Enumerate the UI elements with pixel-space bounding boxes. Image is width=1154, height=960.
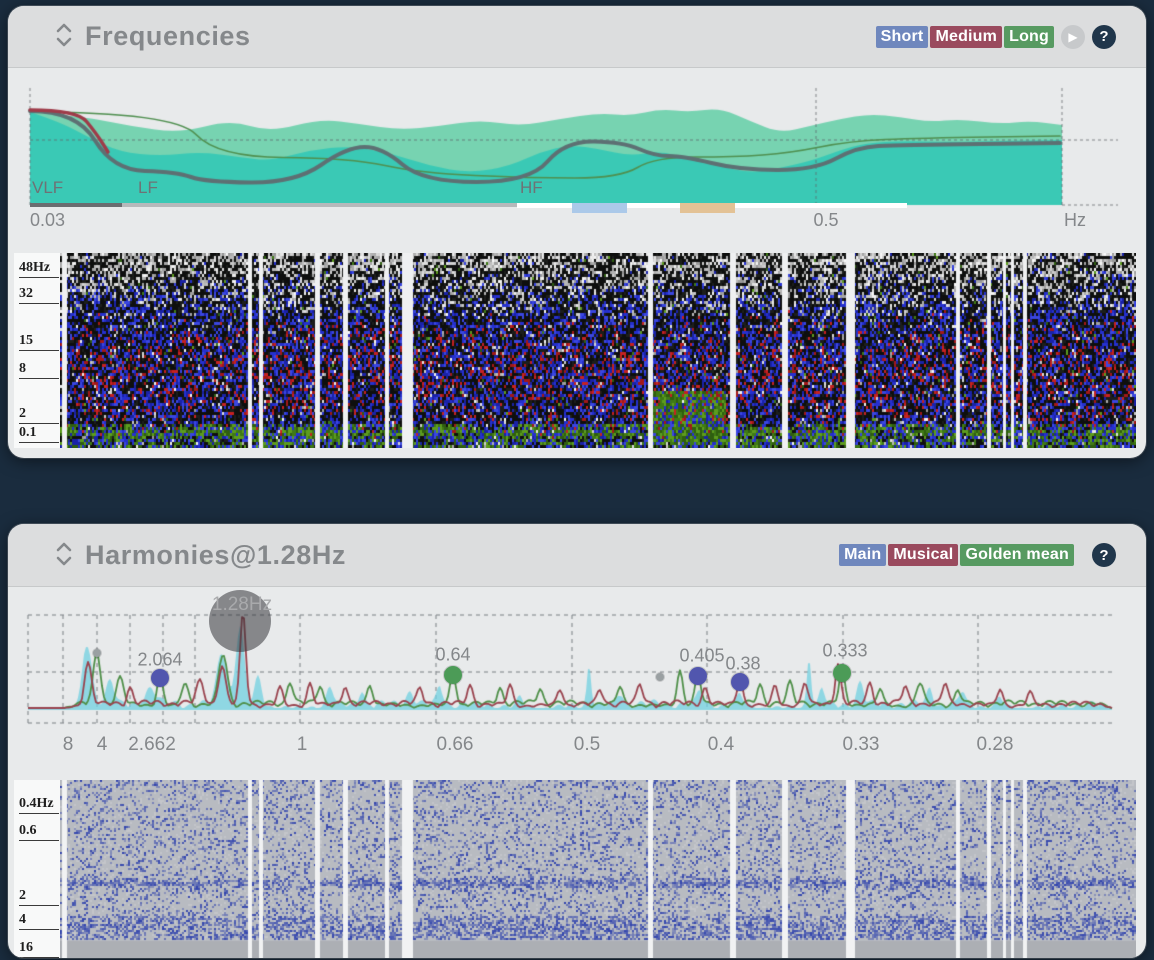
harmonies-title-group: Harmonies@1.28Hz bbox=[56, 540, 346, 571]
x-tick-label: 0.33 bbox=[843, 734, 880, 756]
spectro-axis-label-48Hz: 48Hz bbox=[19, 260, 59, 278]
minor-peak-dot[interactable] bbox=[656, 673, 664, 681]
harmonies-chart: 8 4 2.662 1 0.66 0.5 0.4 0.33 0.28 2.064 0.64 0.405… bbox=[8, 588, 1146, 774]
play-button[interactable]: ▶ bbox=[1061, 25, 1085, 49]
x-tick-label: 4 bbox=[97, 734, 108, 756]
peak-label-0.38: 0.38 bbox=[725, 654, 760, 675]
peak-marker-0.405[interactable] bbox=[689, 667, 707, 685]
x-tick-label: 2.662 bbox=[128, 734, 176, 756]
range-chip-tan[interactable] bbox=[680, 203, 735, 213]
peak-marker-2.064[interactable] bbox=[151, 669, 169, 687]
spectro-axis-label-2: 2 bbox=[19, 888, 59, 906]
collapse-toggle-button[interactable] bbox=[56, 541, 72, 570]
harmonies-chart-overlays: 8 4 2.662 1 0.66 0.5 0.4 0.33 0.28 2.064 0.64 0.405… bbox=[8, 588, 1146, 774]
peak-marker-0.333[interactable] bbox=[833, 664, 851, 682]
selected-peak-label: 1.28Hz bbox=[212, 594, 272, 616]
spectrogram-frequency-axis: 48Hz 32 15 8 20.1 bbox=[14, 253, 60, 448]
up-down-chevron-icon bbox=[56, 22, 72, 51]
frequencies-chart-overlays: VLF LF HF 0.03 0.5 Hz bbox=[8, 68, 1146, 253]
x-tick-label: Hz bbox=[1064, 210, 1086, 231]
spectro-axis-label-16: 16 bbox=[19, 940, 59, 958]
time-range-bar-gray[interactable] bbox=[122, 203, 517, 207]
x-tick-label: 8 bbox=[63, 734, 74, 756]
help-button[interactable]: ? bbox=[1092, 543, 1116, 567]
spectro-axis-label-2: 2 bbox=[19, 406, 59, 424]
frequencies-title-group: Frequencies bbox=[56, 21, 251, 52]
minor-peak-dot[interactable] bbox=[93, 649, 101, 657]
spectro-axis-label-0.1: 0.1 bbox=[19, 425, 59, 443]
panel-title: Frequencies bbox=[85, 21, 251, 52]
collapse-toggle-button[interactable] bbox=[56, 22, 72, 51]
band-label-lf: LF bbox=[138, 178, 158, 198]
harmonies-spectrogram bbox=[60, 780, 1136, 958]
band-label-vlf: VLF bbox=[32, 178, 63, 198]
harmonies-header: Harmonies@1.28Hz Main Musical Golden mea… bbox=[8, 524, 1146, 587]
spectro-axis-label-32: 32 bbox=[19, 286, 59, 304]
spectrogram-frequency-axis: 0.4Hz 0.6 2 4 16 bbox=[14, 780, 60, 958]
band-label-hf: HF bbox=[520, 178, 543, 198]
hrv-analysis-app: Frequencies Short Medium Long ▶ ? VLF LF H… bbox=[0, 0, 1154, 960]
legend-chip-golden-mean[interactable]: Golden mean bbox=[960, 544, 1074, 566]
up-down-chevron-icon bbox=[56, 541, 72, 570]
play-icon: ▶ bbox=[1068, 30, 1077, 44]
frequencies-header: Frequencies Short Medium Long ▶ ? bbox=[8, 6, 1146, 68]
x-tick-label: 0.66 bbox=[437, 734, 474, 756]
frequencies-chart: VLF LF HF 0.03 0.5 Hz bbox=[8, 68, 1146, 253]
peak-label-0.405: 0.405 bbox=[679, 646, 724, 667]
harmonies-panel: Harmonies@1.28Hz Main Musical Golden mea… bbox=[8, 524, 1146, 958]
x-tick-label: 0.5 bbox=[813, 210, 838, 231]
peak-marker-0.38[interactable] bbox=[731, 673, 749, 691]
range-chip-blue[interactable] bbox=[572, 203, 627, 213]
legend-chip-musical[interactable]: Musical bbox=[888, 544, 958, 566]
x-tick-label: 0.4 bbox=[708, 734, 734, 756]
frequencies-panel: Frequencies Short Medium Long ▶ ? VLF LF H… bbox=[8, 6, 1146, 458]
frequencies-legend: Short Medium Long ▶ ? bbox=[874, 25, 1116, 49]
peak-label-0.64: 0.64 bbox=[435, 645, 470, 666]
spectro-axis-label-0.6: 0.6 bbox=[19, 823, 59, 841]
panel-title: Harmonies@1.28Hz bbox=[85, 540, 346, 571]
legend-chip-long[interactable]: Long bbox=[1004, 26, 1054, 48]
peak-label-2.064: 2.064 bbox=[137, 650, 182, 671]
legend-chip-medium[interactable]: Medium bbox=[930, 26, 1002, 48]
legend-chip-main[interactable]: Main bbox=[839, 544, 886, 566]
x-tick-label: 1 bbox=[297, 734, 308, 756]
help-button[interactable]: ? bbox=[1092, 25, 1116, 49]
legend-chip-short[interactable]: Short bbox=[876, 26, 929, 48]
x-tick-label: 0.5 bbox=[574, 734, 600, 756]
harmonies-legend: Main Musical Golden mean ? bbox=[837, 543, 1116, 567]
spectro-axis-label-8: 8 bbox=[19, 361, 59, 379]
spectro-axis-label-0.4Hz: 0.4Hz bbox=[19, 796, 59, 814]
peak-marker-0.64[interactable] bbox=[444, 666, 462, 684]
spectro-axis-label-4: 4 bbox=[19, 912, 59, 930]
frequencies-spectrogram bbox=[60, 253, 1136, 448]
time-range-bar-dark[interactable] bbox=[30, 203, 122, 207]
peak-label-0.333: 0.333 bbox=[822, 641, 867, 662]
spectro-axis-label-15: 15 bbox=[19, 333, 59, 351]
x-tick-label: 0.28 bbox=[977, 734, 1014, 756]
x-tick-label: 0.03 bbox=[30, 210, 65, 231]
